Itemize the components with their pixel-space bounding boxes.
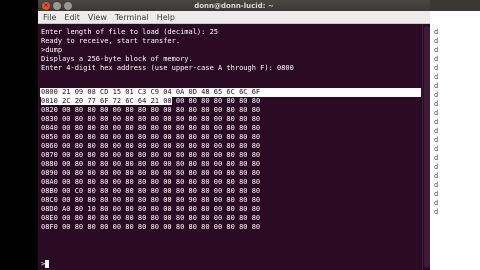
terminal-line: Displays a 256-byte block of memory.: [41, 55, 193, 63]
desktop: × donn@donn-lucid: ~ File Edit View Term…: [0, 0, 480, 270]
memory-row: 0810 2C 20 77 6F 72 6C 64 21 00 00 80 80…: [41, 97, 260, 106]
background-text: d: [434, 46, 439, 54]
window-title: donn@donn-lucid: ~: [194, 1, 274, 10]
terminal-line: Ready to receive, start transfer.: [41, 37, 181, 45]
background-text: d: [434, 190, 439, 198]
text-cursor: [45, 260, 50, 268]
menu-help[interactable]: Help: [157, 13, 175, 22]
memory-row: 08C0 00 80 80 80 00 80 80 80 00 80 90 80…: [41, 196, 261, 204]
memory-row: 0840 00 80 80 80 00 80 80 80 00 80 80 80…: [41, 124, 261, 132]
background-window-titlebar: [430, 0, 480, 11]
memory-row: 08D0 A0 80 10 80 00 80 80 80 00 80 80 80…: [41, 205, 261, 213]
memory-row: 0850 00 80 80 80 00 80 80 80 00 80 80 80…: [41, 133, 261, 141]
background-text: d: [434, 91, 439, 99]
menu-terminal[interactable]: Terminal: [115, 13, 149, 22]
memory-row: 08F0 00 80 80 80 00 80 80 80 00 80 80 80…: [41, 223, 261, 231]
menu-view[interactable]: View: [88, 13, 107, 22]
memory-row: 0820 00 80 80 80 00 80 80 80 00 80 80 80…: [41, 106, 261, 114]
background-text: d: [434, 37, 439, 45]
memory-row-rest: 00 80 80 80 80 80 80: [171, 97, 261, 105]
background-text: d: [434, 172, 439, 180]
terminal-output[interactable]: Enter length of file to load (decimal): …: [38, 24, 422, 270]
background-text: d: [434, 109, 439, 117]
background-text: d: [434, 64, 439, 72]
background-text: d: [434, 208, 439, 216]
menu-file[interactable]: File: [43, 13, 56, 22]
memory-row: 0830 00 80 80 80 00 80 80 80 00 80 80 80…: [41, 115, 261, 123]
background-text: d: [434, 82, 439, 90]
terminal-line: Enter 4-digit hex address (use upper-cas…: [41, 64, 294, 72]
command-prompt[interactable]: >: [41, 260, 50, 269]
terminal-line: Enter length of file to load (decimal): …: [41, 28, 219, 36]
menu-bar: File Edit View Terminal Help: [38, 11, 430, 24]
memory-row: 0870 00 80 80 80 00 80 80 80 00 80 80 80…: [41, 151, 261, 159]
memory-row: 08B0 00 C0 80 80 00 80 80 80 00 80 80 80…: [41, 187, 261, 195]
window-titlebar[interactable]: × donn@donn-lucid: ~: [38, 0, 430, 11]
memory-row: 0860 00 80 80 80 00 80 80 80 00 80 80 80…: [41, 142, 261, 150]
background-text: d: [434, 28, 439, 36]
background-text: d: [434, 154, 439, 162]
memory-row-selected: 0810 2C 20 77 6F 72 6C 64 21 00: [41, 97, 172, 105]
background-text: d: [434, 73, 439, 81]
terminal-window[interactable]: × donn@donn-lucid: ~ File Edit View Term…: [38, 0, 431, 270]
memory-row: 0880 00 80 80 80 00 80 80 80 00 80 80 80…: [41, 160, 261, 168]
background-text: d: [434, 127, 439, 135]
background-text: d: [434, 100, 439, 108]
desktop-left-margin: [0, 0, 38, 270]
memory-row: 08E0 00 80 80 80 00 80 80 80 00 80 80 80…: [41, 214, 261, 222]
memory-row: 0800 21 09 08 CD 15 01 C3 C9 04 0A 0D 48…: [41, 88, 260, 97]
background-text: d: [434, 181, 439, 189]
background-text: d: [434, 55, 439, 63]
memory-row: 0890 00 80 80 80 00 80 80 80 00 80 80 80…: [41, 169, 261, 177]
memory-row-selected: 0800 21 09 08 CD 15 01 C3 C9 04 0A 0D 48…: [41, 88, 261, 96]
background-text: d: [434, 136, 439, 144]
background-text: d: [434, 118, 439, 126]
background-text: d: [434, 163, 439, 171]
memory-row: 08A0 00 80 80 80 00 80 80 80 00 80 80 80…: [41, 178, 261, 186]
menu-edit[interactable]: Edit: [64, 13, 80, 22]
background-text: d: [434, 145, 439, 153]
terminal-line: >dump: [41, 46, 63, 54]
background-window[interactable]: d d d d d d d d d d d d d d d d d d d d …: [430, 0, 480, 270]
background-text: d: [434, 199, 439, 207]
